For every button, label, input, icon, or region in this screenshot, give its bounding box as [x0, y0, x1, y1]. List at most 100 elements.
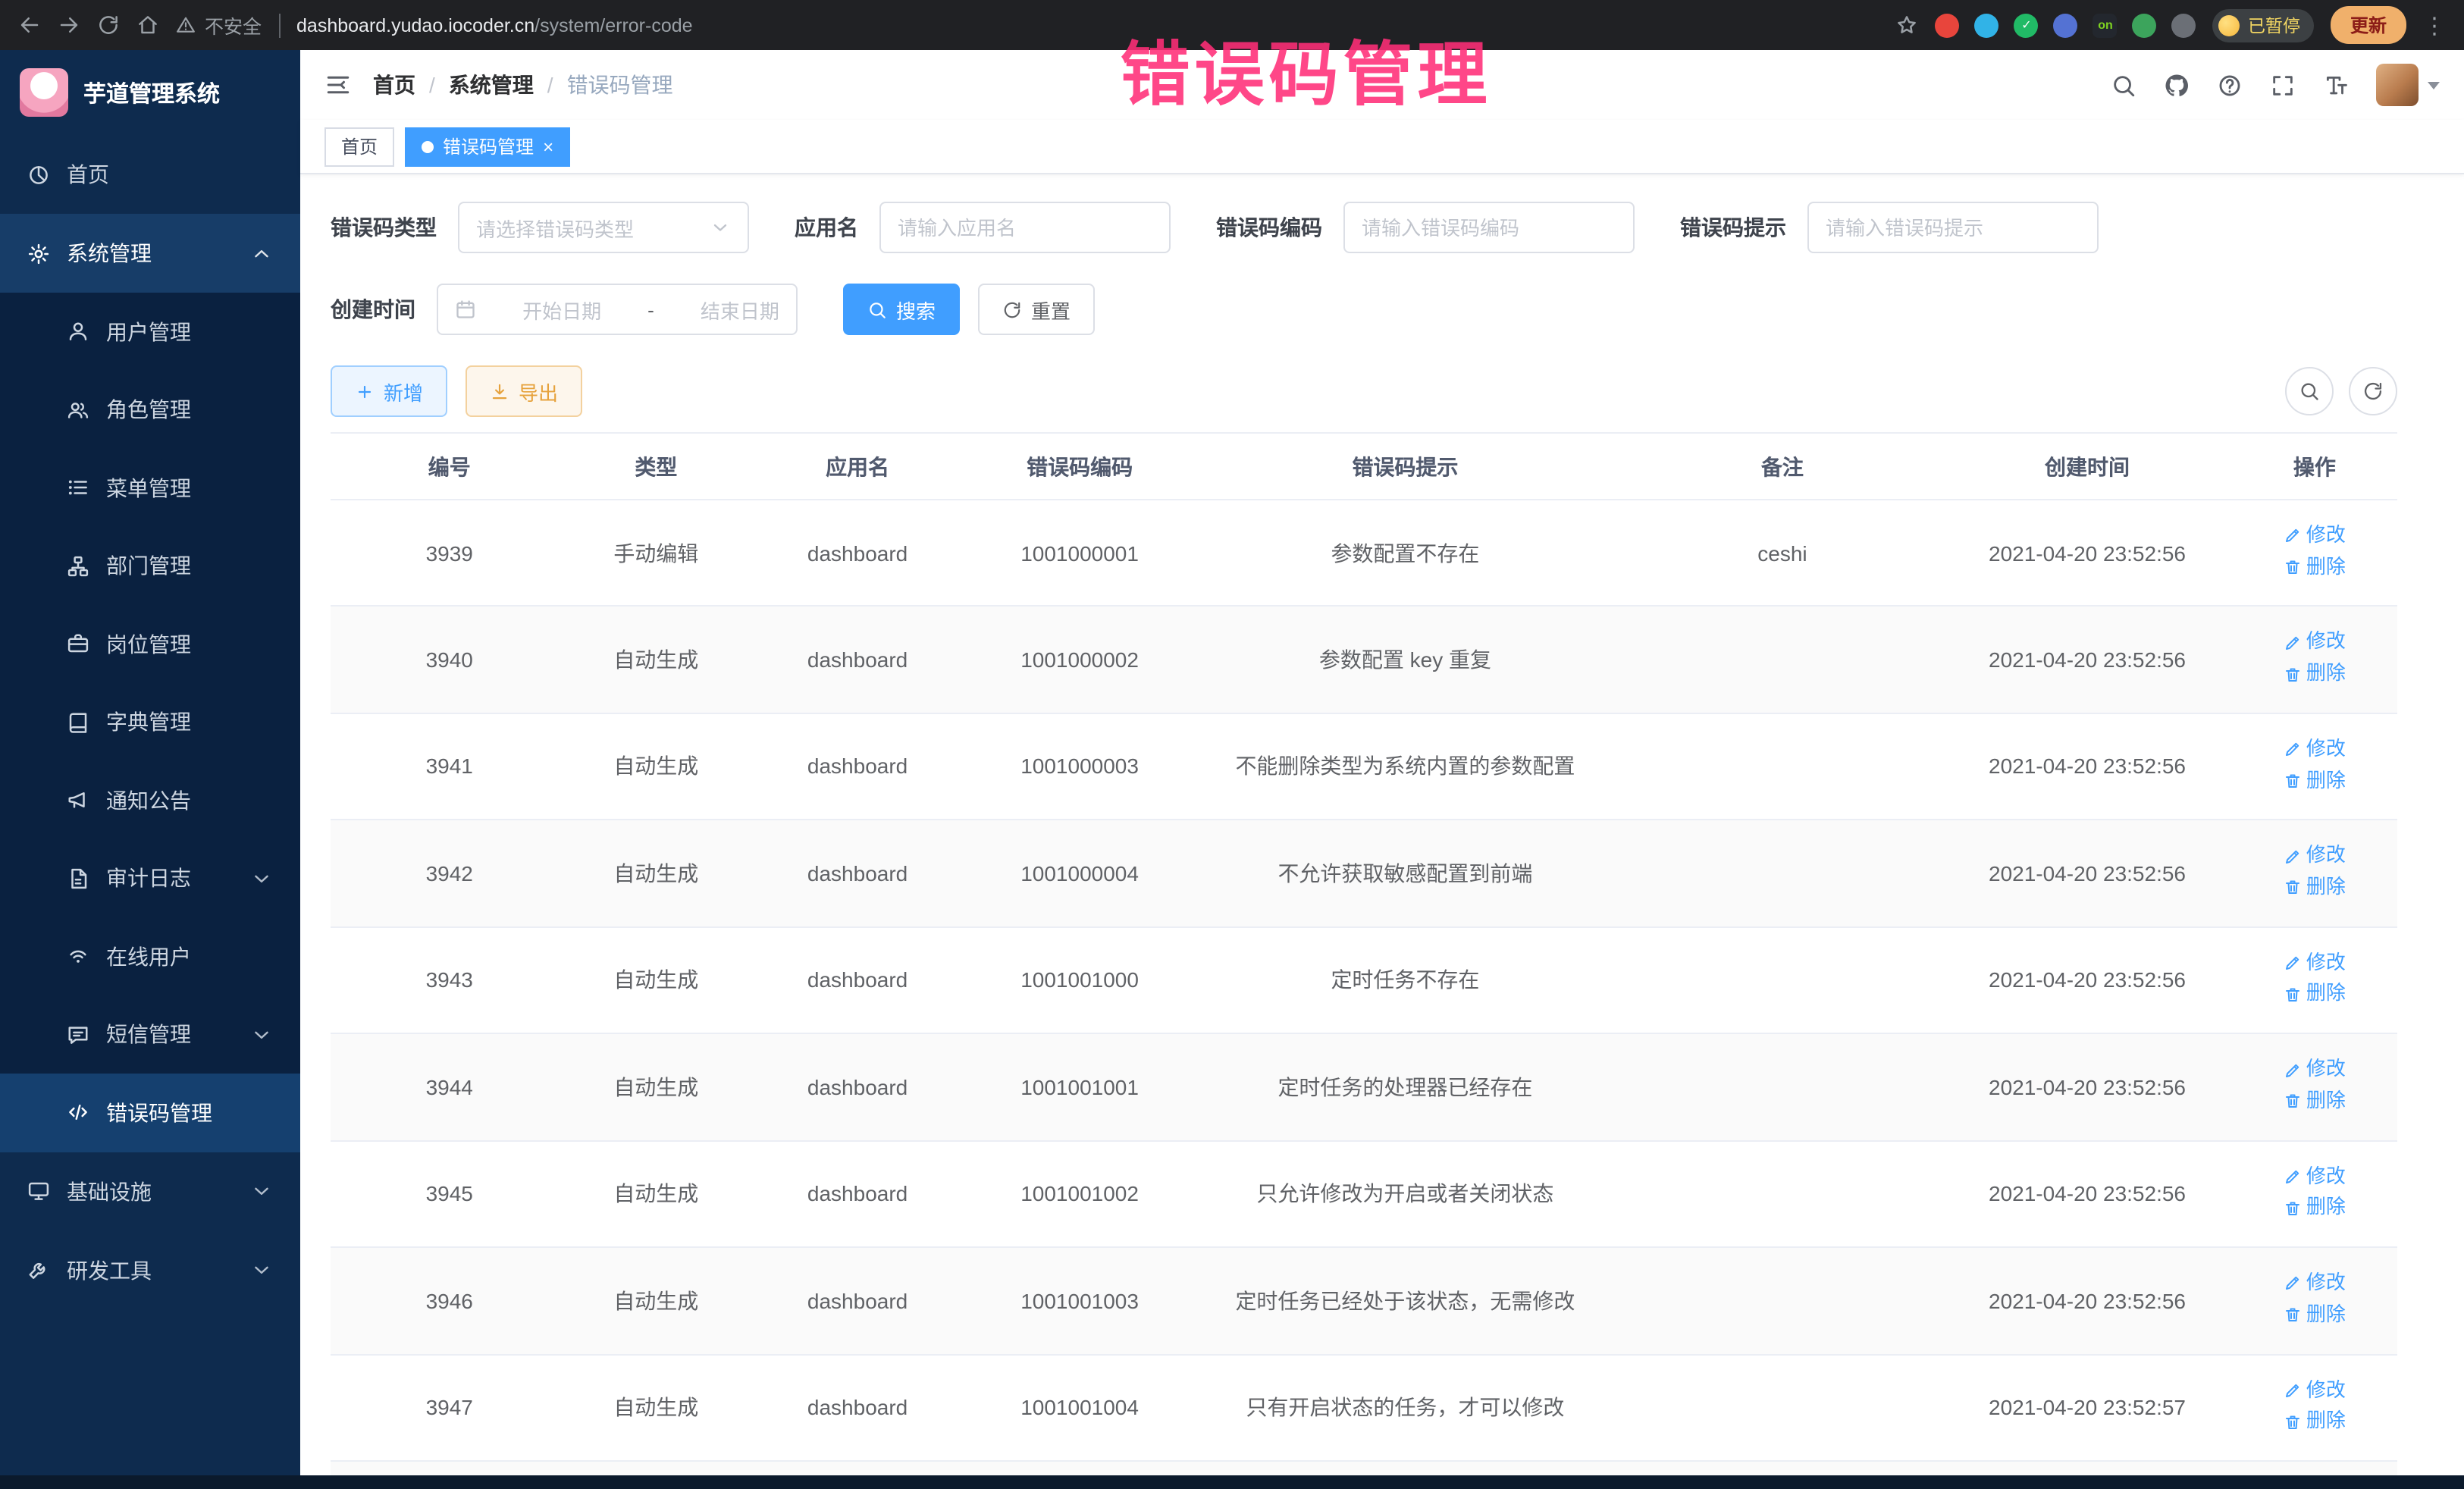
edit-icon	[2284, 1168, 2302, 1186]
security-chip[interactable]: 不安全	[176, 11, 262, 39]
breadcrumb-item[interactable]: 系统管理	[449, 70, 534, 100]
sidebar-item-user-mgmt[interactable]: 用户管理	[0, 293, 300, 371]
cell-hint: CRON 表达式不正确	[1188, 1461, 1622, 1475]
browser-menu-icon[interactable]: ⋮	[2423, 11, 2446, 39]
view-tag[interactable]: 错误码管理×	[405, 127, 570, 166]
view-tag[interactable]: 首页	[324, 127, 394, 166]
delete-link[interactable]: 删除	[2284, 1194, 2346, 1223]
cell-hint: 参数配置 key 重复	[1188, 607, 1622, 713]
cell-hint: 参数配置不存在	[1188, 500, 1622, 607]
user-avatar[interactable]	[2376, 64, 2440, 106]
github-icon[interactable]	[2164, 72, 2190, 98]
fullscreen-icon[interactable]	[2270, 72, 2296, 98]
font-size-icon[interactable]	[2323, 72, 2349, 98]
sidebar-item-audit-log[interactable]: 审计日志	[0, 839, 300, 917]
sidebar-item-notice[interactable]: 通知公告	[0, 761, 300, 839]
chrome-update-button[interactable]: 更新	[2331, 6, 2406, 44]
error-type-select[interactable]: 请选择错误码类型	[458, 202, 749, 253]
edit-link[interactable]: 修改	[2284, 629, 2346, 657]
extension-check-icon[interactable]: ✓	[2014, 13, 2039, 37]
delete-link[interactable]: 删除	[2284, 553, 2346, 581]
extension-drop-icon[interactable]	[1975, 13, 1999, 37]
delete-link[interactable]: 删除	[2284, 873, 2346, 902]
annotation-overlay: 错误码管理	[1121, 20, 1492, 120]
forward-icon[interactable]	[58, 14, 80, 36]
sidebar-item-online-users[interactable]: 在线用户	[0, 917, 300, 995]
export-button[interactable]: 导出	[466, 365, 582, 417]
cell-created: 2021-04-20 23:52:56	[1942, 1140, 2232, 1247]
column-header: 操作	[2232, 433, 2397, 500]
sidebar-item-dict-mgmt[interactable]: 字典管理	[0, 683, 300, 761]
sidebar-item-role-mgmt[interactable]: 角色管理	[0, 371, 300, 449]
refresh-icon	[1002, 299, 1022, 319]
delete-link[interactable]: 删除	[2284, 1407, 2346, 1436]
help-icon[interactable]	[2217, 72, 2243, 98]
search-button[interactable]: 搜索	[843, 284, 960, 335]
extension-puzzle-icon[interactable]	[2172, 13, 2196, 37]
delete-link[interactable]: 删除	[2284, 980, 2346, 1009]
delete-link[interactable]: 删除	[2284, 1087, 2346, 1116]
delete-icon	[2284, 558, 2302, 576]
extension-leaf-icon[interactable]	[2133, 13, 2157, 37]
column-header: 创建时间	[1942, 433, 2232, 500]
error-type-label: 错误码类型	[331, 212, 437, 243]
extension-grid-icon[interactable]	[2054, 13, 2078, 37]
delete-link[interactable]: 删除	[2284, 1301, 2346, 1330]
cell-app: dashboard	[744, 713, 971, 820]
add-button[interactable]: 新增	[331, 365, 447, 417]
delete-icon	[2284, 772, 2302, 790]
breadcrumb-item[interactable]: 首页	[373, 70, 415, 100]
sidebar-item-home[interactable]: 首页	[0, 135, 300, 214]
search-icon[interactable]	[2111, 72, 2136, 98]
reset-button[interactable]: 重置	[978, 284, 1095, 335]
sidebar-item-dept-mgmt[interactable]: 部门管理	[0, 527, 300, 605]
extension-record-icon[interactable]	[1936, 13, 1960, 37]
sidebar-item-post-mgmt[interactable]: 岗位管理	[0, 605, 300, 683]
edit-link[interactable]: 修改	[2284, 522, 2346, 550]
edit-link[interactable]: 修改	[2284, 1269, 2346, 1298]
date-range-picker[interactable]: 开始日期 - 结束日期	[437, 284, 798, 335]
main-panel: 首页/系统管理/错误码管理 首页错误码管理× 错误码类型	[300, 50, 2464, 1475]
sidebar-item-sms-mgmt[interactable]: 短信管理	[0, 995, 300, 1074]
extension-on-icon[interactable]: on	[2093, 13, 2118, 37]
edit-link[interactable]: 修改	[2284, 735, 2346, 764]
sidebar-item-dev-tools[interactable]: 研发工具	[0, 1230, 300, 1309]
app-name-input[interactable]	[898, 216, 1152, 239]
edit-link[interactable]: 修改	[2284, 949, 2346, 978]
cell-created: 2021-04-20 23:52:56	[1942, 1033, 2232, 1140]
edit-link[interactable]: 修改	[2284, 842, 2346, 871]
url-bar[interactable]: dashboard.yudao.iocoder.cn/system/error-…	[296, 14, 693, 36]
sidebar-item-error-code-mgmt[interactable]: 错误码管理	[0, 1074, 300, 1152]
cell-hint: 只有开启状态的任务，才可以修改	[1188, 1354, 1622, 1461]
cell-id: 3939	[331, 500, 568, 607]
app-logo[interactable]: 芋道管理系统	[0, 50, 300, 135]
delete-link[interactable]: 删除	[2284, 660, 2346, 688]
sidebar-item-menu-mgmt[interactable]: 菜单管理	[0, 449, 300, 527]
profile-paused-badge[interactable]: 已暂停	[2213, 8, 2314, 42]
delete-icon	[2284, 879, 2302, 897]
chevron-down-icon	[250, 867, 273, 890]
sidebar-item-label: 通知公告	[106, 785, 191, 816]
error-hint-label: 错误码提示	[1680, 212, 1786, 243]
table-row: 3943自动生成dashboard1001001000定时任务不存在2021-0…	[331, 927, 2397, 1034]
cell-created: 2021-04-20 23:52:57	[1942, 1461, 2232, 1475]
edit-link[interactable]: 修改	[2284, 1376, 2346, 1405]
sidebar-item-system-mgmt[interactable]: 系统管理	[0, 214, 300, 293]
refresh-icon[interactable]	[97, 14, 120, 36]
delete-link[interactable]: 删除	[2284, 766, 2346, 795]
toggle-search-button[interactable]	[2285, 367, 2334, 415]
refresh-table-button[interactable]	[2349, 367, 2397, 415]
edit-link[interactable]: 修改	[2284, 1055, 2346, 1084]
tag-close-icon[interactable]: ×	[543, 137, 553, 155]
collapse-menu-icon[interactable]	[324, 71, 352, 99]
home-icon[interactable]	[136, 14, 159, 36]
megaphone-icon	[67, 789, 89, 812]
error-code-input[interactable]	[1362, 216, 1616, 239]
bookmark-star-icon[interactable]	[1896, 14, 1919, 36]
logo-image	[20, 68, 68, 117]
sidebar-item-label: 系统管理	[67, 238, 152, 268]
back-icon[interactable]	[18, 14, 41, 36]
error-hint-input[interactable]	[1826, 216, 2080, 239]
sidebar-item-infrastructure[interactable]: 基础设施	[0, 1152, 300, 1230]
edit-link[interactable]: 修改	[2284, 1162, 2346, 1191]
